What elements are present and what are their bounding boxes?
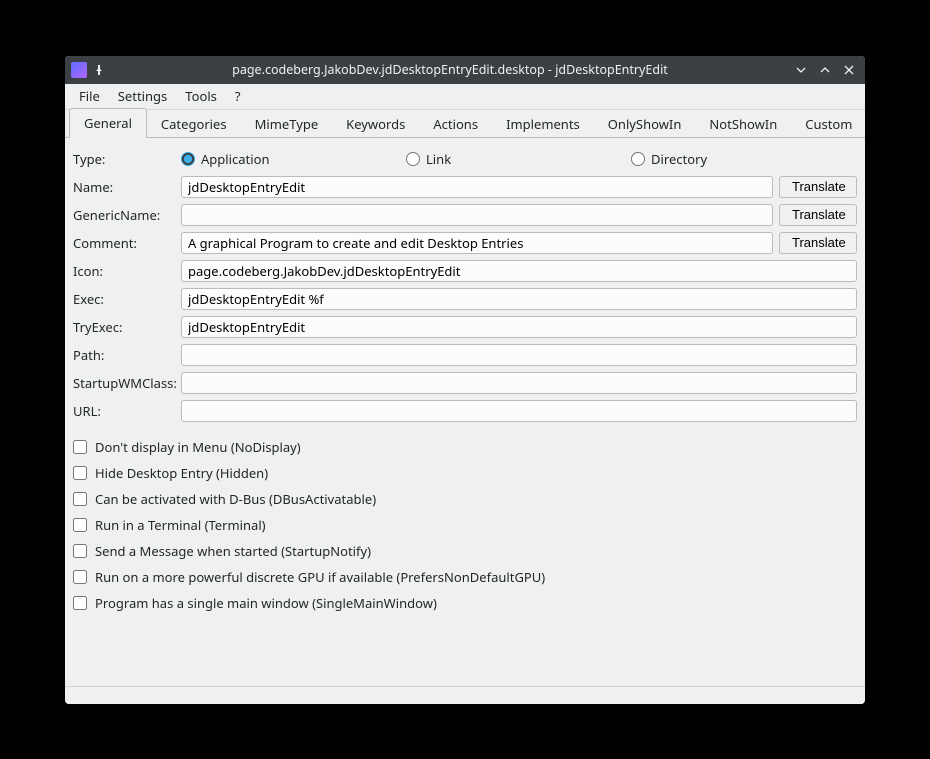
check-label-terminal: Run in a Terminal (Terminal): [95, 516, 266, 534]
checkbox-list: Don't display in Menu (NoDisplay) Hide D…: [73, 434, 857, 616]
check-label-prefersgpu: Run on a more powerful discrete GPU if a…: [95, 568, 545, 586]
radio-label-directory: Directory: [651, 150, 707, 168]
statusbar: [65, 686, 865, 704]
label-type: Type:: [73, 150, 181, 168]
radio-input-directory[interactable]: [631, 152, 645, 166]
tab-categories[interactable]: Categories: [147, 110, 241, 138]
tab-keywords[interactable]: Keywords: [332, 110, 419, 138]
label-comment: Comment:: [73, 234, 181, 252]
check-input-singlemain[interactable]: [73, 596, 87, 610]
row-genericname: GenericName: Translate: [73, 204, 857, 226]
tab-notshowin[interactable]: NotShowIn: [695, 110, 791, 138]
label-exec: Exec:: [73, 290, 181, 308]
type-radio-group: Application Link Directory: [181, 150, 857, 168]
radio-input-application[interactable]: [181, 152, 195, 166]
check-input-hidden[interactable]: [73, 466, 87, 480]
pin-icon[interactable]: [93, 64, 105, 76]
input-comment[interactable]: [181, 232, 773, 254]
label-icon: Icon:: [73, 262, 181, 280]
tab-content-general: Type: Application Link Directory Name:: [65, 138, 865, 686]
label-startupwmclass: StartupWMClass:: [73, 374, 181, 392]
label-url: URL:: [73, 402, 181, 420]
minimize-button[interactable]: [795, 64, 807, 76]
translate-name-button[interactable]: Translate: [779, 176, 857, 198]
menubar: File Settings Tools ?: [65, 84, 865, 110]
tab-general[interactable]: General: [69, 108, 147, 138]
translate-comment-button[interactable]: Translate: [779, 232, 857, 254]
check-input-dbus[interactable]: [73, 492, 87, 506]
check-label-dbus: Can be activated with D-Bus (DBusActivat…: [95, 490, 376, 508]
check-hidden[interactable]: Hide Desktop Entry (Hidden): [73, 460, 857, 486]
menu-settings[interactable]: Settings: [110, 84, 175, 108]
check-input-nodisplay[interactable]: [73, 440, 87, 454]
tab-custom[interactable]: Custom: [791, 110, 865, 138]
menu-file[interactable]: File: [71, 84, 108, 108]
input-icon[interactable]: [181, 260, 857, 282]
row-comment: Comment: Translate: [73, 232, 857, 254]
check-label-nodisplay: Don't display in Menu (NoDisplay): [95, 438, 301, 456]
check-input-startupnotify[interactable]: [73, 544, 87, 558]
label-name: Name:: [73, 178, 181, 196]
tabbar: General Categories MimeType Keywords Act…: [65, 110, 865, 138]
check-input-prefersgpu[interactable]: [73, 570, 87, 584]
row-startupwmclass: StartupWMClass:: [73, 372, 857, 394]
tab-actions[interactable]: Actions: [419, 110, 492, 138]
input-name[interactable]: [181, 176, 773, 198]
row-type: Type: Application Link Directory: [73, 148, 857, 170]
row-name: Name: Translate: [73, 176, 857, 198]
close-button[interactable]: [843, 64, 855, 76]
check-startupnotify[interactable]: Send a Message when started (StartupNoti…: [73, 538, 857, 564]
tab-implements[interactable]: Implements: [492, 110, 594, 138]
label-genericname: GenericName:: [73, 206, 181, 224]
app-icon: [71, 62, 87, 78]
input-startupwmclass[interactable]: [181, 372, 857, 394]
radio-label-application: Application: [201, 150, 269, 168]
check-label-startupnotify: Send a Message when started (StartupNoti…: [95, 542, 371, 560]
check-nodisplay[interactable]: Don't display in Menu (NoDisplay): [73, 434, 857, 460]
app-window: page.codeberg.JakobDev.jdDesktopEntryEdi…: [65, 56, 865, 704]
radio-input-link[interactable]: [406, 152, 420, 166]
menu-help[interactable]: ?: [227, 84, 249, 108]
check-prefersgpu[interactable]: Run on a more powerful discrete GPU if a…: [73, 564, 857, 590]
input-genericname[interactable]: [181, 204, 773, 226]
row-url: URL:: [73, 400, 857, 422]
translate-genericname-button[interactable]: Translate: [779, 204, 857, 226]
check-label-hidden: Hide Desktop Entry (Hidden): [95, 464, 268, 482]
menu-tools[interactable]: Tools: [177, 84, 225, 108]
row-path: Path:: [73, 344, 857, 366]
radio-directory[interactable]: Directory: [631, 150, 707, 168]
window-controls: [795, 64, 859, 76]
tab-onlyshowin[interactable]: OnlyShowIn: [594, 110, 696, 138]
check-dbus[interactable]: Can be activated with D-Bus (DBusActivat…: [73, 486, 857, 512]
label-path: Path:: [73, 346, 181, 364]
radio-application[interactable]: Application: [181, 150, 406, 168]
radio-label-link: Link: [426, 150, 451, 168]
input-tryexec[interactable]: [181, 316, 857, 338]
row-exec: Exec:: [73, 288, 857, 310]
check-input-terminal[interactable]: [73, 518, 87, 532]
input-path[interactable]: [181, 344, 857, 366]
check-terminal[interactable]: Run in a Terminal (Terminal): [73, 512, 857, 538]
label-tryexec: TryExec:: [73, 318, 181, 336]
check-label-singlemain: Program has a single main window (Single…: [95, 594, 437, 612]
radio-link[interactable]: Link: [406, 150, 631, 168]
titlebar[interactable]: page.codeberg.JakobDev.jdDesktopEntryEdi…: [65, 56, 865, 84]
row-tryexec: TryExec:: [73, 316, 857, 338]
input-url[interactable]: [181, 400, 857, 422]
tab-mimetype[interactable]: MimeType: [241, 110, 333, 138]
check-singlemain[interactable]: Program has a single main window (Single…: [73, 590, 857, 616]
window-title: page.codeberg.JakobDev.jdDesktopEntryEdi…: [111, 61, 789, 78]
maximize-button[interactable]: [819, 64, 831, 76]
input-exec[interactable]: [181, 288, 857, 310]
row-icon: Icon:: [73, 260, 857, 282]
